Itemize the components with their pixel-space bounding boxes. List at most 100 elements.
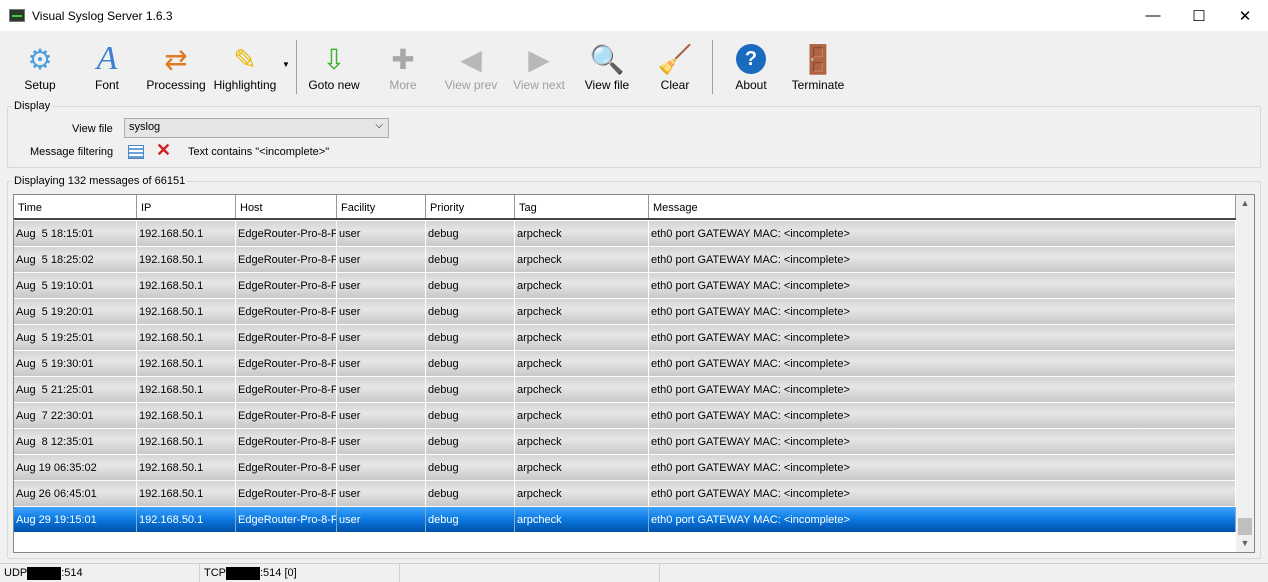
goto-new-button[interactable]: ⇩ Goto new — [300, 42, 368, 93]
table-row[interactable]: Aug 7 22:30:01 192.168.50.1 EdgeRouter-Pro… — [14, 403, 1236, 429]
table-row[interactable]: Aug 19 06:35:02 192.168.50.1 EdgeRouter-Pr… — [14, 455, 1236, 481]
plus-icon: ✚ — [391, 43, 415, 75]
cell-host: EdgeRouter-Pro-8-P — [236, 221, 337, 246]
toolbar-separator — [712, 40, 713, 94]
toolbar-label: About — [735, 78, 767, 92]
scrollbar-thumb[interactable] — [1238, 518, 1252, 535]
column-header-tag[interactable]: Tag — [515, 195, 649, 218]
view-file-button[interactable]: 🔍 View file — [573, 42, 641, 93]
udp-port: :514 — [61, 567, 83, 579]
toolbar-label: View next — [513, 78, 565, 92]
cell-host: EdgeRouter-Pro-8-P — [236, 299, 337, 324]
title-bar: Visual Syslog Server 1.6.3 — ☐ ✕ — [0, 0, 1268, 31]
toolbar-label: Goto new — [308, 78, 360, 92]
cell-priority: debug — [426, 377, 515, 402]
cell-tag: arpcheck — [515, 403, 649, 428]
goto-new-icon: ⇩ — [322, 43, 346, 75]
edit-filter-icon[interactable] — [128, 145, 144, 159]
cell-tag: arpcheck — [515, 221, 649, 246]
vertical-scrollbar[interactable]: ▲ ▼ — [1236, 195, 1254, 552]
window-title: Visual Syslog Server 1.6.3 — [32, 8, 173, 23]
font-icon: A — [96, 40, 118, 77]
cell-priority: debug — [426, 325, 515, 350]
column-header-facility[interactable]: Facility — [337, 195, 426, 218]
broom-icon: 🧹 — [657, 43, 693, 75]
cell-facility: user — [337, 351, 426, 376]
column-header-message[interactable]: Message — [649, 195, 1236, 218]
cell-priority: debug — [426, 507, 515, 532]
display-legend: Display — [12, 100, 53, 112]
cell-time: Aug 5 21:25:01 — [14, 377, 137, 402]
processing-button[interactable]: ⇄ Processing — [142, 42, 210, 93]
view-file-select[interactable]: syslog ⌵ — [124, 118, 389, 138]
cell-priority: debug — [426, 273, 515, 298]
table-row[interactable]: Aug 29 19:15:01 192.168.50.1 EdgeRouter-Pr… — [14, 506, 1237, 534]
cell-ip: 192.168.50.1 — [137, 299, 236, 324]
font-button[interactable]: A Font — [73, 40, 141, 92]
table-row[interactable]: Aug 5 18:15:01 192.168.50.1 EdgeRouter-Pro… — [14, 221, 1236, 247]
cell-tag: arpcheck — [515, 429, 649, 454]
udp-status: UDP :514 — [0, 564, 200, 582]
table-row[interactable]: Aug 26 06:45:01 192.168.50.1 EdgeRouter-Pr… — [14, 481, 1236, 507]
udp-label: UDP — [4, 567, 28, 579]
cell-facility: user — [337, 221, 426, 246]
terminate-button[interactable]: 🚪 Terminate — [784, 42, 852, 93]
cell-facility: user — [337, 507, 426, 532]
cell-message: eth0 port GATEWAY MAC: <incomplete> — [649, 351, 1236, 376]
cell-host: EdgeRouter-Pro-8-P — [236, 325, 337, 350]
table-row[interactable]: Aug 5 19:30:01 192.168.50.1 EdgeRouter-Pro… — [14, 351, 1236, 377]
cell-facility: user — [337, 299, 426, 324]
cell-host: EdgeRouter-Pro-8-P — [236, 429, 337, 454]
cell-message: eth0 port GATEWAY MAC: <incomplete> — [649, 273, 1236, 298]
minimize-button[interactable]: — — [1130, 0, 1176, 31]
column-header-host[interactable]: Host — [236, 195, 337, 218]
column-header-priority[interactable]: Priority — [426, 195, 515, 218]
cell-ip: 192.168.50.1 — [137, 351, 236, 376]
toolbar-label: Font — [94, 78, 119, 92]
help-icon: ? — [717, 42, 785, 76]
cell-tag: arpcheck — [515, 377, 649, 402]
status-panel — [400, 564, 660, 582]
cell-time: Aug 8 12:35:01 — [14, 429, 137, 454]
scroll-down-icon[interactable]: ▼ — [1236, 535, 1254, 552]
remove-filter-icon[interactable]: ✕ — [156, 140, 171, 161]
cell-tag: arpcheck — [515, 481, 649, 506]
toolbar-separator — [296, 40, 297, 94]
cell-ip: 192.168.50.1 — [137, 247, 236, 272]
table-row[interactable]: Aug 8 12:35:01 192.168.50.1 EdgeRouter-Pro… — [14, 429, 1236, 455]
scroll-up-icon[interactable]: ▲ — [1236, 195, 1254, 212]
chevron-down-icon: ⌵ — [375, 120, 383, 131]
cell-facility: user — [337, 273, 426, 298]
cell-ip: 192.168.50.1 — [137, 221, 236, 246]
arrow-left-icon: ◀ — [460, 43, 482, 75]
cell-priority: debug — [426, 299, 515, 324]
column-header-ip[interactable]: IP — [137, 195, 236, 218]
cell-ip: 192.168.50.1 — [137, 325, 236, 350]
cell-host: EdgeRouter-Pro-8-P — [236, 273, 337, 298]
highlighting-button[interactable]: ✎ Highlighting — [211, 42, 279, 93]
table-row[interactable]: Aug 5 18:25:02 192.168.50.1 EdgeRouter-Pro… — [14, 247, 1236, 273]
cell-facility: user — [337, 429, 426, 454]
setup-button[interactable]: ⚙ Setup — [6, 42, 74, 93]
column-header-time[interactable]: Time — [14, 195, 137, 218]
clear-button[interactable]: 🧹 Clear — [641, 42, 709, 93]
cell-ip: 192.168.50.1 — [137, 403, 236, 428]
table-row[interactable]: Aug 5 19:25:01 192.168.50.1 EdgeRouter-Pro… — [14, 325, 1236, 351]
cell-host: EdgeRouter-Pro-8-P — [236, 247, 337, 272]
highlighter-icon: ✎ — [233, 43, 257, 75]
cell-tag: arpcheck — [515, 299, 649, 324]
maximize-button[interactable]: ☐ — [1176, 0, 1222, 31]
redacted-address — [226, 566, 260, 580]
tcp-status: TCP:514 [0] — [200, 564, 400, 582]
cell-facility: user — [337, 325, 426, 350]
about-button[interactable]: ? About — [717, 42, 785, 92]
table-row[interactable]: Aug 5 19:20:01 192.168.50.1 EdgeRouter-Pro… — [14, 299, 1236, 325]
highlighting-dropdown-arrow-icon[interactable]: ▼ — [282, 60, 290, 69]
cell-facility: user — [337, 403, 426, 428]
close-button[interactable]: ✕ — [1222, 0, 1268, 31]
gear-icon: ⚙ — [27, 43, 53, 75]
table-row[interactable]: Aug 5 21:25:01 192.168.50.1 EdgeRouter-Pro… — [14, 377, 1236, 403]
more-button: ✚ More — [369, 42, 437, 93]
toolbar-label: View prev — [444, 78, 498, 92]
table-row[interactable]: Aug 5 19:10:01 192.168.50.1 EdgeRouter-Pro… — [14, 273, 1236, 299]
